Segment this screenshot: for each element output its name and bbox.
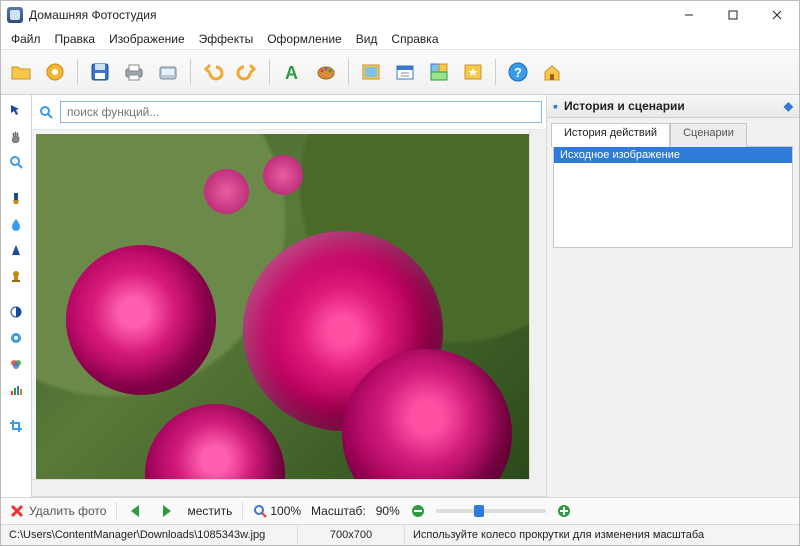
bud-2 (263, 155, 303, 195)
separator (242, 502, 243, 520)
zoom-slider-thumb[interactable] (474, 505, 484, 517)
zoom-100-label: 100% (270, 504, 301, 518)
separator (190, 59, 191, 85)
panel-header: ▪ История и сценарии ◆ (547, 95, 799, 118)
image-canvas[interactable] (36, 134, 530, 480)
palette-icon[interactable] (312, 58, 340, 86)
status-hint: Используйте колесо прокрутки для изменен… (405, 525, 799, 545)
scan-icon[interactable] (154, 58, 182, 86)
menu-help[interactable]: Справка (385, 30, 444, 48)
scale-label: Масштаб: (311, 504, 366, 518)
zoom-100-icon (253, 504, 267, 518)
stamp-tool-icon[interactable] (5, 265, 27, 287)
menu-file[interactable]: Файл (5, 30, 47, 48)
svg-text:A: A (285, 63, 298, 83)
zoom-slider[interactable] (436, 509, 546, 513)
window-title: Домашняя Фотостудия (29, 8, 667, 22)
zoom-out-button[interactable] (410, 503, 426, 519)
menu-edit[interactable]: Правка (49, 30, 102, 48)
contrast-tool-icon[interactable] (5, 301, 27, 323)
delete-icon (9, 503, 25, 519)
delete-photo-label: Удалить фото (29, 504, 106, 518)
open-folder-icon[interactable] (7, 58, 35, 86)
center-column (32, 95, 546, 497)
scale-value: 90% (376, 504, 400, 518)
separator (116, 502, 117, 520)
save-icon[interactable] (86, 58, 114, 86)
catalog-icon[interactable] (41, 58, 69, 86)
zoom-100-button[interactable]: 100% (253, 504, 301, 518)
drop-tool-icon[interactable] (5, 213, 27, 235)
panel-tabs: История действий Сценарии (547, 118, 799, 146)
history-list[interactable]: Исходное изображение (553, 146, 793, 248)
left-toolbar (1, 95, 32, 497)
right-panel: ▪ История и сценарии ◆ История действий … (546, 95, 799, 497)
redo-icon[interactable] (233, 58, 261, 86)
panel-toggle-icon[interactable]: ▪ (553, 98, 558, 114)
window-controls (667, 1, 799, 29)
status-dimensions: 700x700 (298, 525, 405, 545)
flower-left (66, 245, 216, 395)
tab-history[interactable]: История действий (551, 123, 670, 147)
next-button[interactable] (157, 503, 177, 519)
separator (77, 59, 78, 85)
menu-image[interactable]: Изображение (103, 30, 191, 48)
minimize-button[interactable] (667, 1, 711, 29)
home-icon[interactable] (538, 58, 566, 86)
hand-tool-icon[interactable] (5, 125, 27, 147)
print-icon[interactable] (120, 58, 148, 86)
status-filepath: C:\Users\ContentManager\Downloads\108534… (1, 525, 298, 545)
prev-button[interactable] (127, 503, 147, 519)
body: ▪ История и сценарии ◆ История действий … (1, 95, 799, 497)
svg-text:?: ? (514, 65, 522, 80)
zoom-tool-icon[interactable] (5, 151, 27, 173)
pointer-tool-icon[interactable] (5, 99, 27, 121)
separator (348, 59, 349, 85)
canvas-area (32, 130, 546, 497)
star-frame-icon[interactable] (459, 58, 487, 86)
gradient-tool-icon[interactable] (5, 327, 27, 349)
separator (495, 59, 496, 85)
separator (269, 59, 270, 85)
tab-scenarios[interactable]: Сценарии (670, 123, 747, 147)
crop-tool-icon[interactable] (5, 415, 27, 437)
search-input[interactable] (60, 101, 542, 123)
text-icon[interactable]: A (278, 58, 306, 86)
bottom-bar: Удалить фото местить 100% Масштаб: 90% (1, 497, 799, 524)
close-button[interactable] (755, 1, 799, 29)
sharpen-tool-icon[interactable] (5, 239, 27, 261)
statusbar: C:\Users\ContentManager\Downloads\108534… (1, 524, 799, 545)
app-icon (7, 7, 23, 23)
menubar: Файл Правка Изображение Эффекты Оформлен… (1, 29, 799, 49)
undo-icon[interactable] (199, 58, 227, 86)
frame-icon[interactable] (357, 58, 385, 86)
panel-title: История и сценарии (564, 99, 685, 113)
zoom-in-button[interactable] (556, 503, 572, 519)
bud-1 (204, 169, 249, 214)
scroll-corner (530, 480, 546, 496)
menu-decor[interactable]: Оформление (261, 30, 347, 48)
search-icon[interactable] (36, 102, 56, 122)
help-icon[interactable]: ? (504, 58, 532, 86)
levels-tool-icon[interactable] (5, 379, 27, 401)
menu-view[interactable]: Вид (350, 30, 384, 48)
delete-photo-button[interactable]: Удалить фото (9, 503, 106, 519)
horizontal-scrollbar[interactable] (32, 479, 530, 496)
calendar-icon[interactable] (391, 58, 419, 86)
fit-button[interactable]: местить (187, 504, 232, 518)
menu-effects[interactable]: Эффекты (193, 30, 260, 48)
brush-tool-icon[interactable] (5, 187, 27, 209)
maximize-button[interactable] (711, 1, 755, 29)
history-item[interactable]: Исходное изображение (554, 147, 792, 163)
rgb-tool-icon[interactable] (5, 353, 27, 375)
app-window: Домашняя Фотостудия Файл Правка Изображе… (0, 0, 800, 546)
collage-icon[interactable] (425, 58, 453, 86)
panel-pin-icon[interactable]: ◆ (784, 99, 793, 113)
main-toolbar: A ? (1, 49, 799, 95)
search-row (32, 95, 546, 130)
titlebar: Домашняя Фотостудия (1, 1, 799, 29)
vertical-scrollbar[interactable] (529, 130, 546, 480)
